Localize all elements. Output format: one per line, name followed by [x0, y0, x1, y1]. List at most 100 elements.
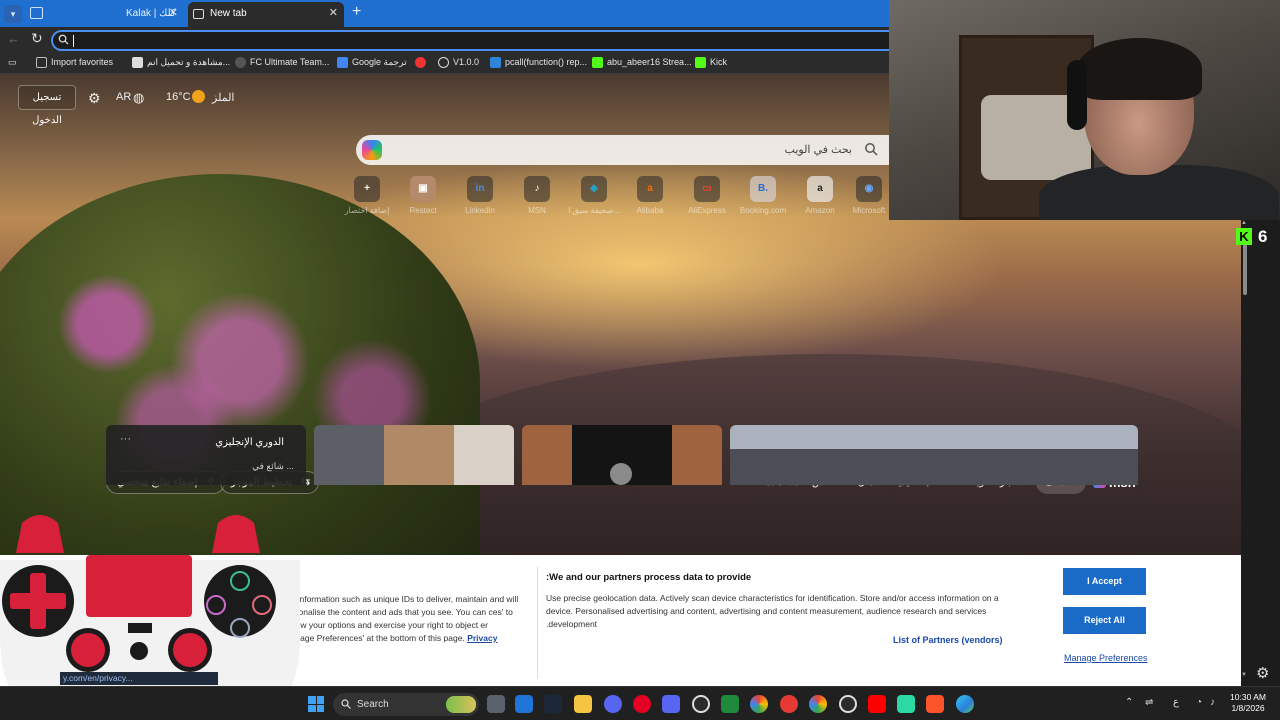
- language-label[interactable]: AR: [116, 91, 131, 103]
- quick-link-sabq[interactable]: ◆ صحيفة سبق ا...: [566, 176, 622, 215]
- media-player-icon[interactable]: [780, 695, 798, 713]
- close-tab-icon[interactable]: ✕: [329, 2, 338, 25]
- bookmark-anime[interactable]: مشاهدة و تحميل انم...: [132, 57, 230, 68]
- sign-in-button[interactable]: تسجيل الدخول: [18, 85, 76, 126]
- edge-icon[interactable]: [956, 695, 974, 713]
- task-view-icon[interactable]: [487, 695, 505, 713]
- fc-icon: [235, 57, 246, 68]
- bookmark-label: مشاهدة و تحميل انم...: [147, 57, 231, 67]
- youtube-icon[interactable]: [868, 695, 886, 713]
- volume-icon[interactable]: ♪: [1210, 697, 1215, 708]
- manage-preferences-link[interactable]: Manage Preferences: [1064, 653, 1148, 663]
- weather-temperature[interactable]: 16°C: [166, 91, 191, 103]
- wifi-icon[interactable]: ◔: [1196, 697, 1202, 708]
- quick-link-label: صحيفة سبق ا...: [568, 206, 620, 215]
- taskbar-clock[interactable]: 10:30 AM 1/8/2026: [1226, 692, 1270, 714]
- app-icon[interactable]: [897, 695, 915, 713]
- chrome-icon[interactable]: [750, 695, 768, 713]
- file-explorer-icon[interactable]: [574, 695, 592, 713]
- reject-all-button[interactable]: Reject All: [1063, 607, 1146, 634]
- league-card[interactable]: ··· الدوري الإنجليزي شائع في ...: [106, 425, 306, 485]
- quick-link-label: MSN: [528, 206, 546, 215]
- page-settings-gear-icon[interactable]: ⚙: [1256, 664, 1269, 682]
- nvidia-icon[interactable]: [721, 695, 739, 713]
- news-card-house[interactable]: [730, 425, 1138, 485]
- web-search-box[interactable]: بحث في الويب: [356, 135, 890, 165]
- quick-link-label: Linkedin: [465, 206, 495, 215]
- bing-icon: [490, 57, 501, 68]
- workspaces-icon[interactable]: [30, 7, 43, 19]
- chrome-profile-icon[interactable]: [809, 695, 827, 713]
- discord-icon[interactable]: [604, 695, 622, 713]
- bookmark-pcall[interactable]: pcall(function() rep...: [490, 57, 588, 68]
- restect-icon: ▣: [410, 176, 436, 202]
- bookmark-v100[interactable]: V1.0.0: [438, 57, 479, 68]
- tab-new-tab[interactable]: New tab ✕: [188, 2, 344, 27]
- webcam-overlay: [889, 0, 1280, 220]
- quick-link-aliexpress[interactable]: ▭ AliExpress: [679, 176, 735, 215]
- bookmark-kick[interactable]: Kick: [695, 57, 727, 68]
- quick-link-msn[interactable]: ♪ MSN: [509, 176, 565, 215]
- newtab-favicon-icon: [193, 9, 204, 19]
- close-tab-icon[interactable]: ✕: [169, 2, 178, 25]
- scroll-up-icon[interactable]: ▲: [1241, 220, 1247, 226]
- widgets-icon[interactable]: [515, 695, 533, 713]
- search-icon: [58, 34, 69, 45]
- linkedin-icon: in: [467, 176, 493, 202]
- tab-actions-menu-icon[interactable]: ▾: [4, 5, 22, 23]
- quick-link-add-shortcut[interactable]: + إضافة اختصار: [339, 176, 395, 215]
- more-options-icon[interactable]: ···: [120, 433, 131, 445]
- quick-link-amazon[interactable]: a Amazon: [792, 176, 848, 215]
- copilot-icon[interactable]: [362, 140, 382, 160]
- bookmark-import-favorites[interactable]: Import favorites: [36, 57, 114, 68]
- privacy-url-fragment[interactable]: y.com/en/privacy...: [60, 672, 218, 685]
- obs-icon[interactable]: [692, 695, 710, 713]
- partners-list-link[interactable]: List of Partners (vendors): [893, 635, 1003, 645]
- tray-overflow-chevron-icon[interactable]: ⌃: [1125, 697, 1133, 708]
- search-icon[interactable]: [864, 142, 878, 156]
- kick-viewer-count: 6: [1258, 227, 1268, 246]
- page-scrollbar[interactable]: ▲ ▼: [1241, 220, 1249, 685]
- favorites-menu-icon[interactable]: ▭: [8, 57, 17, 68]
- steam-client-icon[interactable]: [839, 695, 857, 713]
- quick-link-restect[interactable]: ▣ Restect: [395, 176, 451, 215]
- news-card-image[interactable]: [314, 425, 514, 485]
- taskbar-search-box[interactable]: Search: [333, 693, 479, 716]
- back-arrow-icon[interactable]: ←: [7, 31, 20, 46]
- pinterest-icon[interactable]: [633, 695, 651, 713]
- brave-icon[interactable]: [926, 695, 944, 713]
- windows-start-icon[interactable]: [308, 696, 324, 712]
- reload-icon[interactable]: ↻: [31, 30, 43, 47]
- booking-icon: B.: [750, 176, 776, 202]
- scroll-down-icon[interactable]: ▼: [1241, 672, 1247, 678]
- bookmark-abu-abeer[interactable]: abu_abeer16 Strea...: [592, 57, 692, 68]
- bookmark-label: pcall(function() rep...: [505, 57, 588, 67]
- video-card[interactable]: [522, 425, 722, 485]
- play-icon[interactable]: [610, 463, 632, 485]
- network-icon[interactable]: ⇌: [1145, 697, 1153, 708]
- new-tab-plus-icon[interactable]: +: [352, 3, 361, 21]
- windows-taskbar: Search ⌃ ⇌ ع ◔ ♪ 10:30 AM 1/8/2026: [0, 686, 1280, 720]
- weather-location[interactable]: الملز: [212, 91, 234, 104]
- quick-link-label: AliExpress: [688, 206, 726, 215]
- globe-icon[interactable]: ◍: [133, 90, 144, 106]
- sun-weather-icon: [192, 90, 205, 103]
- discord-alt-icon[interactable]: [662, 695, 680, 713]
- tab-label: New tab: [210, 8, 247, 19]
- bookmark-label: Import favorites: [51, 57, 114, 67]
- settings-gear-icon[interactable]: ⚙: [88, 90, 101, 107]
- privacy-link[interactable]: Privacy: [467, 633, 497, 643]
- input-language-indicator[interactable]: ع: [1173, 697, 1179, 708]
- kick-icon: [695, 57, 706, 68]
- address-bar-input[interactable]: [51, 30, 891, 51]
- tab-kalak[interactable]: Kalak | كلك ✕: [104, 2, 184, 27]
- accept-button[interactable]: I Accept: [1063, 568, 1146, 595]
- quick-link-linkedin[interactable]: in Linkedin: [452, 176, 508, 215]
- steam-icon[interactable]: [544, 695, 562, 713]
- bookmark-translate[interactable]: Google ترجمة: [337, 57, 407, 68]
- quick-link-booking[interactable]: B. Booking.com: [735, 176, 791, 215]
- quick-link-label: Amazon: [805, 206, 835, 215]
- taskbar-search-label: Search: [357, 699, 389, 710]
- quick-link-alibaba[interactable]: a Alibaba: [622, 176, 678, 215]
- bookmark-fc[interactable]: FC Ultimate Team...: [235, 57, 329, 68]
